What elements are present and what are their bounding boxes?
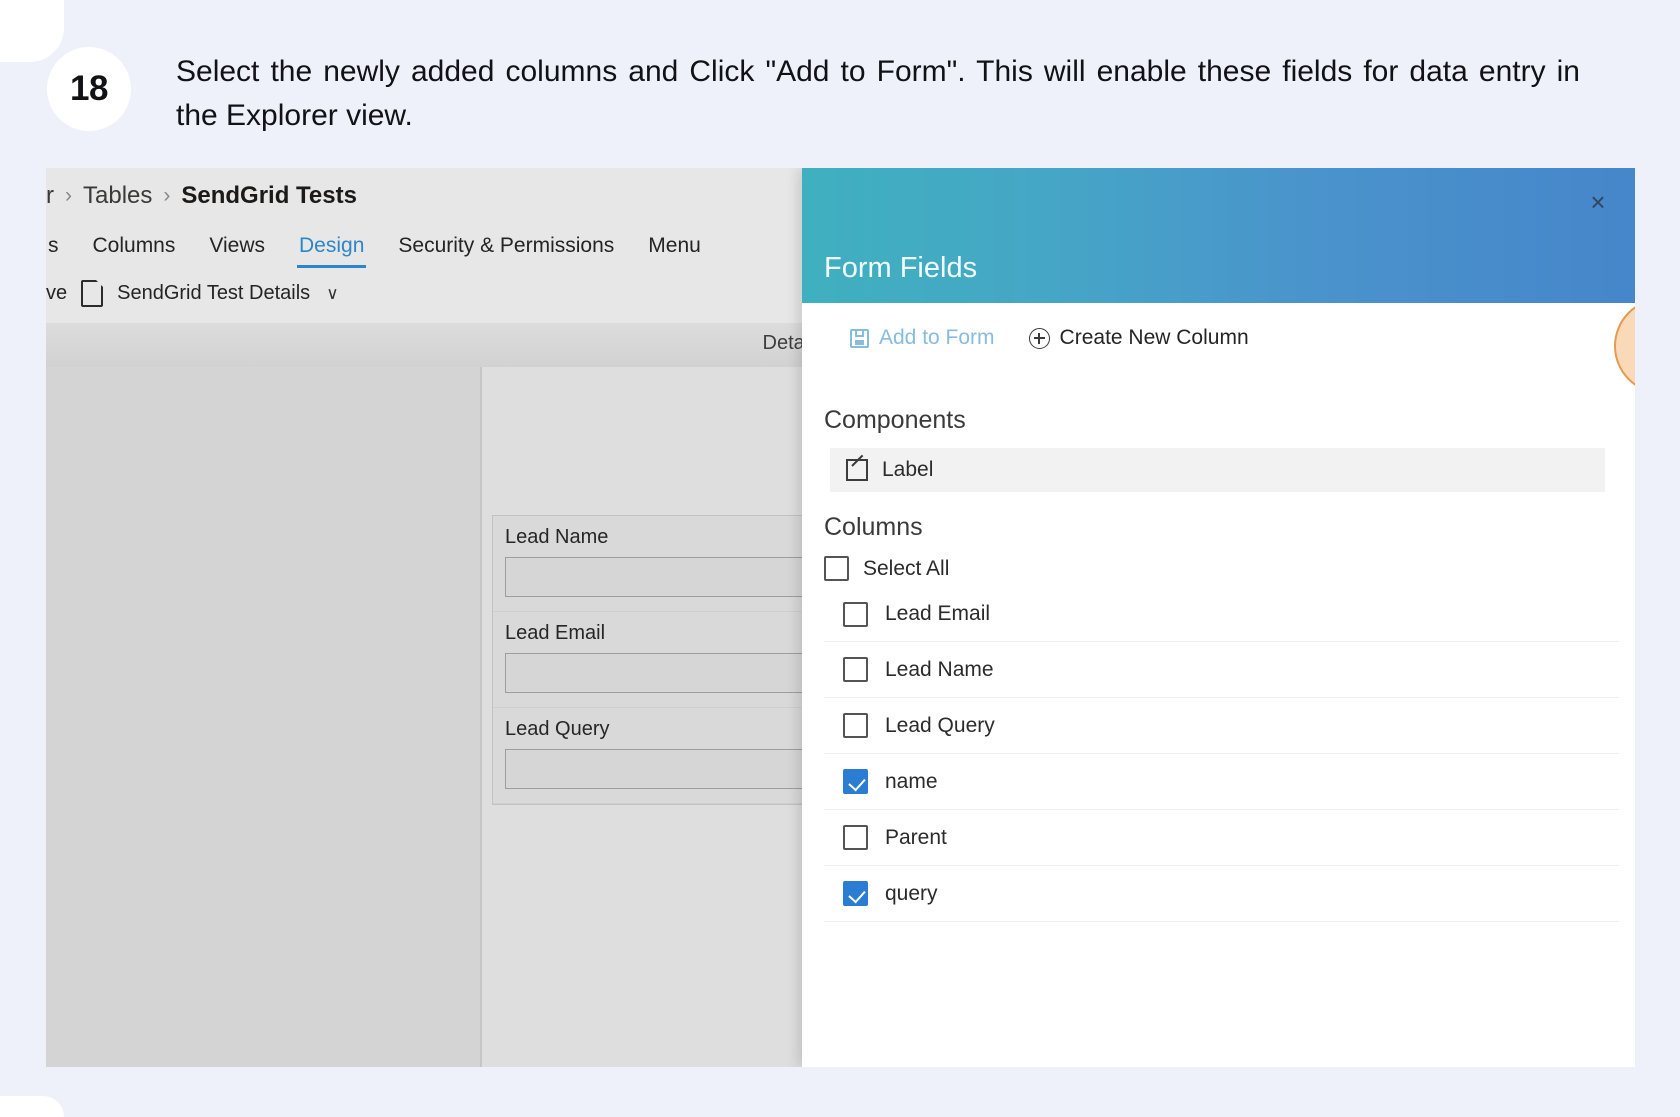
column-list-item[interactable]: Parent	[824, 810, 1619, 866]
select-all-row[interactable]: Select All	[824, 556, 949, 581]
add-to-form-label: Add to Form	[879, 326, 995, 349]
column-checkbox[interactable]	[843, 657, 868, 682]
embedded-screenshot: r › Tables › SendGrid Tests s Columns Views Des…	[46, 168, 1635, 1067]
document-subbar: ve SendGrid Test Details ∨	[46, 280, 339, 307]
tab-design[interactable]: Design	[297, 230, 367, 268]
select-all-checkbox[interactable]	[824, 556, 849, 581]
instruction-banner: 18 Select the newly added columns and Cl…	[0, 0, 1680, 160]
form-preview-field[interactable]: Lead Name	[493, 516, 833, 612]
column-list-item[interactable]: query	[824, 866, 1619, 922]
add-to-form-button[interactable]: Add to Form	[850, 326, 995, 350]
close-icon[interactable]: ×	[1583, 187, 1613, 217]
tab-views[interactable]: Views	[207, 230, 267, 268]
document-icon	[81, 280, 104, 307]
create-new-column-label: Create New Column	[1059, 326, 1249, 349]
column-list-item[interactable]: Lead Name	[824, 642, 1619, 698]
form-preview-field[interactable]: Lead Email	[493, 612, 833, 708]
column-checkbox[interactable]	[843, 713, 868, 738]
chevron-down-icon[interactable]: ∨	[326, 284, 338, 304]
form-preview-field-label: Lead Name	[505, 526, 609, 548]
document-name-label[interactable]: SendGrid Test Details	[117, 282, 310, 305]
tab-bar: s Columns Views Design Security & Permission…	[46, 230, 703, 268]
breadcrumb-item: SendGrid Tests	[181, 182, 357, 209]
drawer-actions: Add to Form Create New Column	[802, 303, 1635, 373]
column-list-item[interactable]: name	[824, 754, 1619, 810]
form-fields-drawer: Form Fields × Add to Form Create New Col…	[802, 168, 1635, 1067]
column-label: query	[885, 881, 938, 905]
instruction-text: Select the newly added columns and Click…	[176, 55, 1580, 132]
column-label: Parent	[885, 825, 947, 849]
card-corner-bottom-left	[0, 1096, 64, 1117]
columns-section-title: Columns	[824, 513, 923, 541]
form-preview-field[interactable]: Lead Query	[493, 708, 833, 804]
form-preview-field-input[interactable]	[505, 749, 821, 789]
column-label: Lead Name	[885, 657, 994, 681]
column-checkbox[interactable]	[843, 769, 868, 794]
create-new-column-button[interactable]: Create New Column	[1028, 326, 1249, 350]
column-label: name	[885, 769, 938, 793]
breadcrumb-separator: ›	[65, 184, 72, 207]
form-preview-field-input[interactable]	[505, 653, 821, 693]
form-preview-field-label: Lead Query	[505, 718, 610, 740]
form-preview-card: Lead Name Lead Email Lead Query	[492, 515, 834, 805]
step-number-badge: 18	[47, 47, 131, 131]
label-edit-icon	[846, 459, 868, 481]
form-preview-field-label: Lead Email	[505, 622, 606, 644]
column-list-item[interactable]: Lead Query	[824, 698, 1619, 754]
component-item-label-text: Label	[882, 458, 934, 481]
form-preview-field-input[interactable]	[505, 557, 821, 597]
tab-menu[interactable]: Menu	[646, 230, 703, 268]
column-checkbox[interactable]	[843, 825, 868, 850]
select-all-label: Select All	[863, 556, 950, 580]
subbar-clipped-label: ve	[46, 282, 68, 304]
tab-columns[interactable]: Columns	[91, 230, 178, 268]
components-section-title: Components	[824, 406, 966, 434]
form-preview: Lead Name Lead Email Lead Query	[480, 367, 844, 1067]
breadcrumb-item[interactable]: r	[46, 182, 54, 210]
drawer-title: Form Fields	[824, 252, 978, 284]
breadcrumb: r › Tables › SendGrid Tests	[46, 182, 357, 210]
tab-security-permissions[interactable]: Security & Permissions	[396, 230, 616, 268]
column-label: Lead Email	[885, 602, 991, 625]
drawer-header: Form Fields ×	[802, 168, 1635, 303]
plus-circle-icon	[1028, 327, 1050, 349]
column-checkbox[interactable]	[843, 881, 868, 906]
component-item-label[interactable]: Label	[830, 448, 1605, 492]
breadcrumb-separator: ›	[163, 184, 171, 207]
tab-s[interactable]: s	[46, 230, 61, 268]
breadcrumb-item[interactable]: Tables	[83, 182, 152, 210]
columns-list: Lead Email Lead Name Lead Query name Parent q…	[824, 586, 1619, 922]
column-list-item[interactable]: Lead Email	[824, 586, 1619, 642]
save-icon	[850, 328, 869, 348]
column-checkbox[interactable]	[843, 601, 868, 627]
column-label: Lead Query	[885, 713, 995, 737]
